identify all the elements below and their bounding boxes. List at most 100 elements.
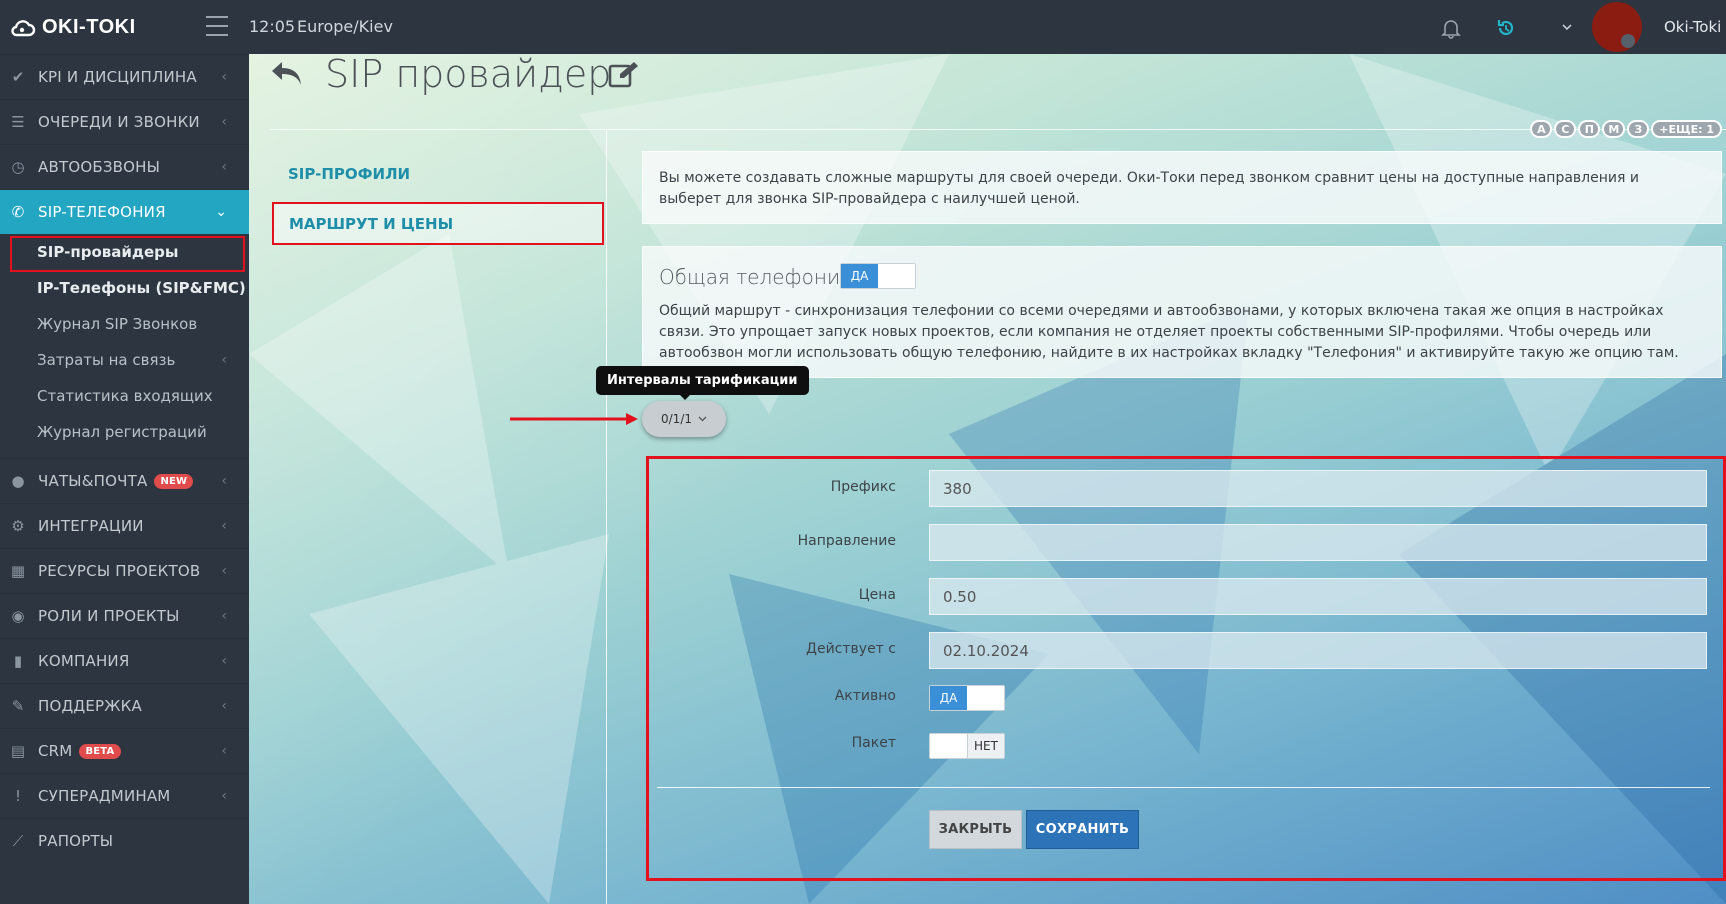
sidebar-subitem-label: Журнал SIP Звонков	[37, 315, 198, 333]
sidebar-item-company[interactable]: ▮ Компания ‹	[0, 638, 249, 683]
toggle-knob	[878, 264, 915, 288]
cloud-logo-icon	[11, 20, 36, 37]
close-button[interactable]: Закрыть	[929, 810, 1022, 849]
active-label: Активно	[834, 688, 896, 704]
sidebar-item-crm[interactable]: ▤ CRM BETA ‹	[0, 728, 249, 773]
common-telephony-title: Общая телефония	[659, 265, 852, 289]
tab-route-and-prices[interactable]: МАРШРУТ И ЦЕНЫ	[272, 202, 604, 245]
sidebar-subitem-label: Статистика входящих	[37, 387, 213, 405]
common-telephony-toggle[interactable]: ДА	[840, 263, 916, 289]
sidebar-subitem-incoming-stats[interactable]: Статистика входящих	[0, 378, 249, 414]
save-button[interactable]: Сохранить	[1026, 810, 1139, 849]
grid-icon: ▦	[10, 562, 26, 580]
sidebar-item-integrations[interactable]: ⚙ Интеграции ‹	[0, 503, 249, 548]
sidebar-item-autodial[interactable]: ◷ Автообзвоны ‹	[0, 144, 249, 189]
avatar[interactable]	[1592, 2, 1642, 52]
chevron-left-icon: ‹	[221, 563, 227, 579]
chevron-left-icon: ‹	[221, 698, 227, 714]
chevron-left-icon: ‹	[221, 473, 227, 489]
sidebar-item-label: Чаты&почта NEW	[38, 472, 194, 490]
red-arrow-annotation	[510, 413, 638, 425]
price-label: Цена	[858, 587, 896, 603]
sidebar-item-label: KPI и дисциплина	[38, 68, 197, 86]
sidebar-item-kpi[interactable]: ✔ KPI и дисциплина ‹	[0, 54, 249, 99]
sidebar-item-project-resources[interactable]: ▦ Ресурсы проектов ‹	[0, 548, 249, 593]
toggle-off-label: НЕТ	[966, 734, 1004, 758]
prefix-input[interactable]: 380	[929, 470, 1707, 507]
sidebar-item-superadmin[interactable]: ! Суперадминам ‹	[0, 773, 249, 818]
chip-s[interactable]: С	[1554, 120, 1577, 138]
chevron-down-icon[interactable]	[1561, 22, 1573, 32]
edit-icon[interactable]	[608, 60, 640, 88]
sidebar-item-label: Интеграции	[38, 517, 144, 535]
beta-badge: BETA	[79, 744, 121, 759]
package-label: Пакет	[851, 735, 896, 751]
clock-icon: ◷	[11, 158, 25, 176]
timezone-label[interactable]: Europe/Kiev	[297, 17, 393, 36]
sidebar-item-label: Поддержка	[38, 697, 142, 715]
username[interactable]: Oki-Toki	[1664, 18, 1721, 36]
chevron-left-icon: ‹	[221, 788, 227, 804]
sidebar-item-text: CRM	[38, 742, 73, 760]
chip-z[interactable]: З	[1627, 120, 1650, 138]
top-bar: OKI-TOKI 12:05 Europe/Kiev Oki-Toki	[0, 0, 1726, 54]
package-toggle[interactable]: НЕТ	[929, 733, 1005, 759]
logo[interactable]: OKI-TOKI	[10, 14, 136, 40]
sidebar-item-reports[interactable]: ⟋ Рапорты	[0, 818, 249, 863]
tab-sip-profiles[interactable]: SIP-ПРОФИЛИ	[288, 165, 410, 183]
toggle-icon: ◉	[11, 607, 25, 625]
sidebar-item-label: SIP-телефония	[38, 203, 166, 221]
price-input[interactable]: 0.50	[929, 578, 1707, 615]
common-telephony-panel: Общая телефония ДА Общий маршрут - синхр…	[642, 246, 1722, 378]
sidebar-item-sip-telephony[interactable]: ✆ SIP-телефония ⌄	[0, 189, 249, 234]
direction-input[interactable]	[929, 524, 1707, 561]
interval-dropdown[interactable]: 0/1/1	[642, 401, 726, 437]
phone-icon: ✆	[11, 203, 25, 221]
valid-from-input[interactable]: 02.10.2024	[929, 632, 1707, 669]
chip-a[interactable]: А	[1530, 120, 1553, 138]
new-badge: NEW	[154, 474, 194, 489]
bell-icon[interactable]	[1441, 17, 1461, 39]
sidebar-subitem-costs[interactable]: Затраты на связь ‹	[0, 342, 249, 378]
refresh-icon[interactable]	[1495, 17, 1517, 39]
toggle-knob	[930, 734, 967, 758]
tooltip-tail	[679, 394, 691, 400]
chevron-left-icon: ‹	[221, 518, 227, 534]
chat-icon: ●	[11, 472, 25, 490]
active-toggle[interactable]: ДА	[929, 685, 1005, 711]
direction-label: Направление	[797, 533, 896, 549]
bar-chart-icon: ▮	[13, 652, 23, 670]
sidebar-item-chats[interactable]: ● Чаты&почта NEW ‹	[0, 458, 249, 503]
sidebar-item-roles[interactable]: ◉ Роли и проекты ‹	[0, 593, 249, 638]
chevron-left-icon: ‹	[221, 69, 227, 85]
sidebar-item-label: Автообзвоны	[38, 158, 161, 176]
chevron-left-icon: ‹	[221, 653, 227, 669]
list-icon: ☰	[11, 113, 25, 131]
chip-more[interactable]: +ЕЩЕ: 1	[1651, 120, 1722, 138]
sidebar-item-queues[interactable]: ☰ Очереди и звонки ‹	[0, 99, 249, 144]
clock-time: 12:05	[249, 17, 296, 36]
chevron-left-icon: ‹	[221, 159, 227, 175]
sidebar-item-support[interactable]: ✎ Поддержка ‹	[0, 683, 249, 728]
sidebar-subitem-label: IP-Телефоны (SIP&FMC)	[37, 279, 246, 297]
chevron-left-icon: ‹	[221, 352, 227, 368]
sidebar-subitem-ip-phones[interactable]: IP-Телефоны (SIP&FMC)	[0, 270, 249, 306]
tab-label: МАРШРУТ И ЦЕНЫ	[289, 215, 454, 233]
chip-p[interactable]: П	[1578, 120, 1601, 138]
common-telephony-text: Общий маршрут - синхронизация телефонии …	[659, 303, 1679, 361]
chevron-left-icon: ‹	[221, 114, 227, 130]
chevron-left-icon: ‹	[221, 743, 227, 759]
toggle-knob	[967, 686, 1004, 710]
sidebar-item-label: Рапорты	[38, 832, 114, 850]
sidebar-item-text: Чаты&почта	[38, 472, 148, 490]
hamburger-icon[interactable]	[206, 16, 228, 36]
chip-m[interactable]: М	[1602, 120, 1626, 138]
sidebar-subitem-sip-log[interactable]: Журнал SIP Звонков	[0, 306, 249, 342]
back-arrow-icon[interactable]	[268, 58, 304, 88]
sidebar-item-label: Компания	[38, 652, 130, 670]
sidebar-item-label: Ресурсы проектов	[38, 562, 201, 580]
sidebar-subitem-registration-log[interactable]: Журнал регистраций	[0, 414, 249, 450]
chevron-down-icon	[698, 416, 707, 422]
sidebar-subitem-label: Затраты на связь	[37, 351, 176, 369]
chevron-left-icon: ‹	[221, 608, 227, 624]
